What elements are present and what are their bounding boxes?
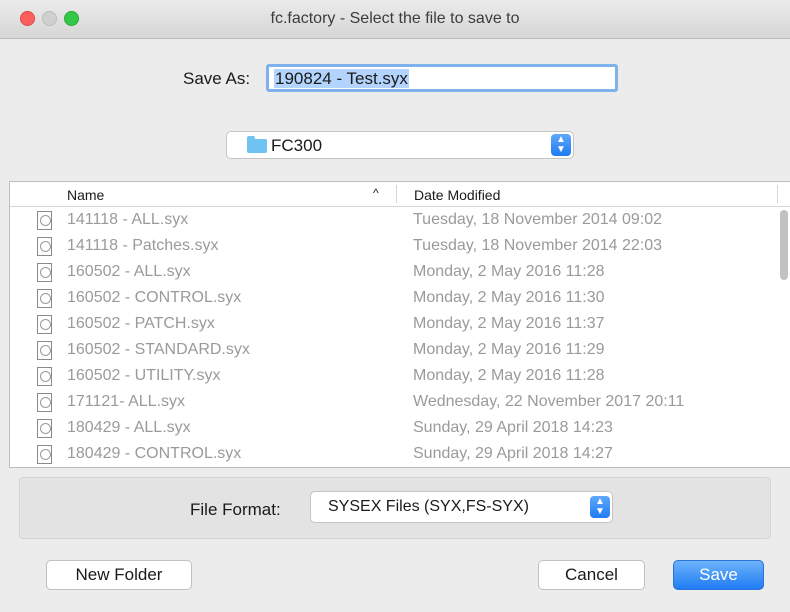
syx-file-icon [37, 289, 52, 308]
file-date: Monday, 2 May 2016 11:28 [413, 263, 605, 280]
window-title: fc.factory - Select the file to save to [270, 10, 520, 27]
file-format-popup[interactable]: SYSEX Files (SYX,FS-SYX) ▲ ▼ [310, 491, 613, 523]
file-date: Tuesday, 18 November 2014 09:02 [413, 211, 663, 228]
syx-file-icon [37, 315, 52, 334]
file-date: Wednesday, 22 November 2017 20:11 [413, 393, 685, 410]
file-format-value: SYSEX Files (SYX,FS-SYX) [328, 498, 529, 515]
file-row[interactable]: 160502 - PATCH.syx Monday, 2 May 2016 11… [10, 312, 790, 338]
folder-icon [247, 136, 267, 153]
file-name: 160502 - UTILITY.syx [67, 367, 221, 384]
column-divider[interactable] [396, 185, 397, 203]
file-row[interactable]: 160502 - ALL.syx Monday, 2 May 2016 11:2… [10, 260, 790, 286]
file-list-scrollbar[interactable] [778, 208, 788, 463]
sort-ascending-icon: ^ [373, 186, 379, 200]
file-date: Monday, 2 May 2016 11:30 [413, 289, 605, 306]
syx-file-icon [37, 341, 52, 360]
syx-file-icon [37, 419, 52, 438]
title-bar: fc.factory - Select the file to save to [0, 0, 790, 39]
file-date: Sunday, 29 April 2018 14:27 [413, 445, 613, 462]
file-name: 141118 - Patches.syx [67, 237, 219, 254]
file-format-label: File Format: [190, 500, 281, 519]
file-format-panel: File Format: SYSEX Files (SYX,FS-SYX) ▲ ▼ [19, 477, 771, 539]
file-name: 141118 - ALL.syx [67, 211, 189, 228]
location-folder-name: FC300 [271, 136, 323, 155]
file-date: Tuesday, 18 November 2014 22:03 [413, 237, 663, 254]
chevron-updown-icon: ▲ ▼ [551, 134, 571, 156]
file-date: Sunday, 29 April 2018 14:23 [413, 419, 613, 436]
save-as-label: Save As: [183, 69, 251, 88]
file-row[interactable]: 160502 - UTILITY.syx Monday, 2 May 2016 … [10, 364, 790, 390]
column-divider[interactable] [777, 185, 778, 203]
file-row[interactable]: 160502 - CONTROL.syx Monday, 2 May 2016 … [10, 286, 790, 312]
syx-file-icon [37, 211, 52, 230]
chevron-updown-icon: ▲ ▼ [590, 496, 610, 518]
location-popup[interactable]: FC300 ▲ ▼ [226, 131, 574, 159]
syx-file-icon [37, 367, 52, 386]
syx-file-icon [37, 393, 52, 412]
file-row[interactable]: 141118 - Patches.syx Tuesday, 18 Novembe… [10, 234, 790, 260]
file-date: Monday, 2 May 2016 11:37 [413, 315, 605, 332]
save-button[interactable]: Save [673, 560, 764, 590]
cancel-button[interactable]: Cancel [538, 560, 645, 590]
file-row[interactable]: 160502 - STANDARD.syx Monday, 2 May 2016… [10, 338, 790, 364]
file-name: 160502 - PATCH.syx [67, 315, 215, 332]
file-name: 180429 - ALL.syx [67, 419, 191, 436]
file-row[interactable]: 180429 - CONTROL.syx Sunday, 29 April 20… [10, 442, 790, 467]
file-name: 180429 - CONTROL.syx [67, 445, 242, 462]
file-name: 160502 - ALL.syx [67, 263, 191, 280]
syx-file-icon [37, 445, 52, 464]
syx-file-icon [37, 263, 52, 282]
file-list: 141118 - ALL.syx Tuesday, 18 November 20… [10, 208, 790, 467]
file-row[interactable]: 180429 - ALL.syx Sunday, 29 April 2018 1… [10, 416, 790, 442]
file-name: 171121- ALL.syx [67, 393, 186, 410]
file-browser: Name ^ Date Modified 141118 - ALL.syx Tu… [9, 181, 790, 468]
save-dialog: fc.factory - Select the file to save to … [0, 0, 790, 612]
file-name: 160502 - CONTROL.syx [67, 289, 242, 306]
scrollbar-thumb[interactable] [780, 210, 788, 280]
file-row[interactable]: 171121- ALL.syx Wednesday, 22 November 2… [10, 390, 790, 416]
new-folder-button[interactable]: New Folder [46, 560, 192, 590]
column-name-header[interactable]: Name [67, 187, 104, 203]
file-date: Monday, 2 May 2016 11:28 [413, 367, 605, 384]
save-as-input[interactable]: 190824 - Test.syx [266, 64, 618, 92]
column-date-header[interactable]: Date Modified [414, 187, 500, 203]
file-date: Monday, 2 May 2016 11:29 [413, 341, 605, 358]
file-row[interactable]: 141118 - ALL.syx Tuesday, 18 November 20… [10, 208, 790, 234]
save-as-value: 190824 - Test.syx [274, 69, 409, 88]
syx-file-icon [37, 237, 52, 256]
column-header: Name ^ Date Modified [10, 182, 790, 207]
file-name: 160502 - STANDARD.syx [67, 341, 250, 358]
